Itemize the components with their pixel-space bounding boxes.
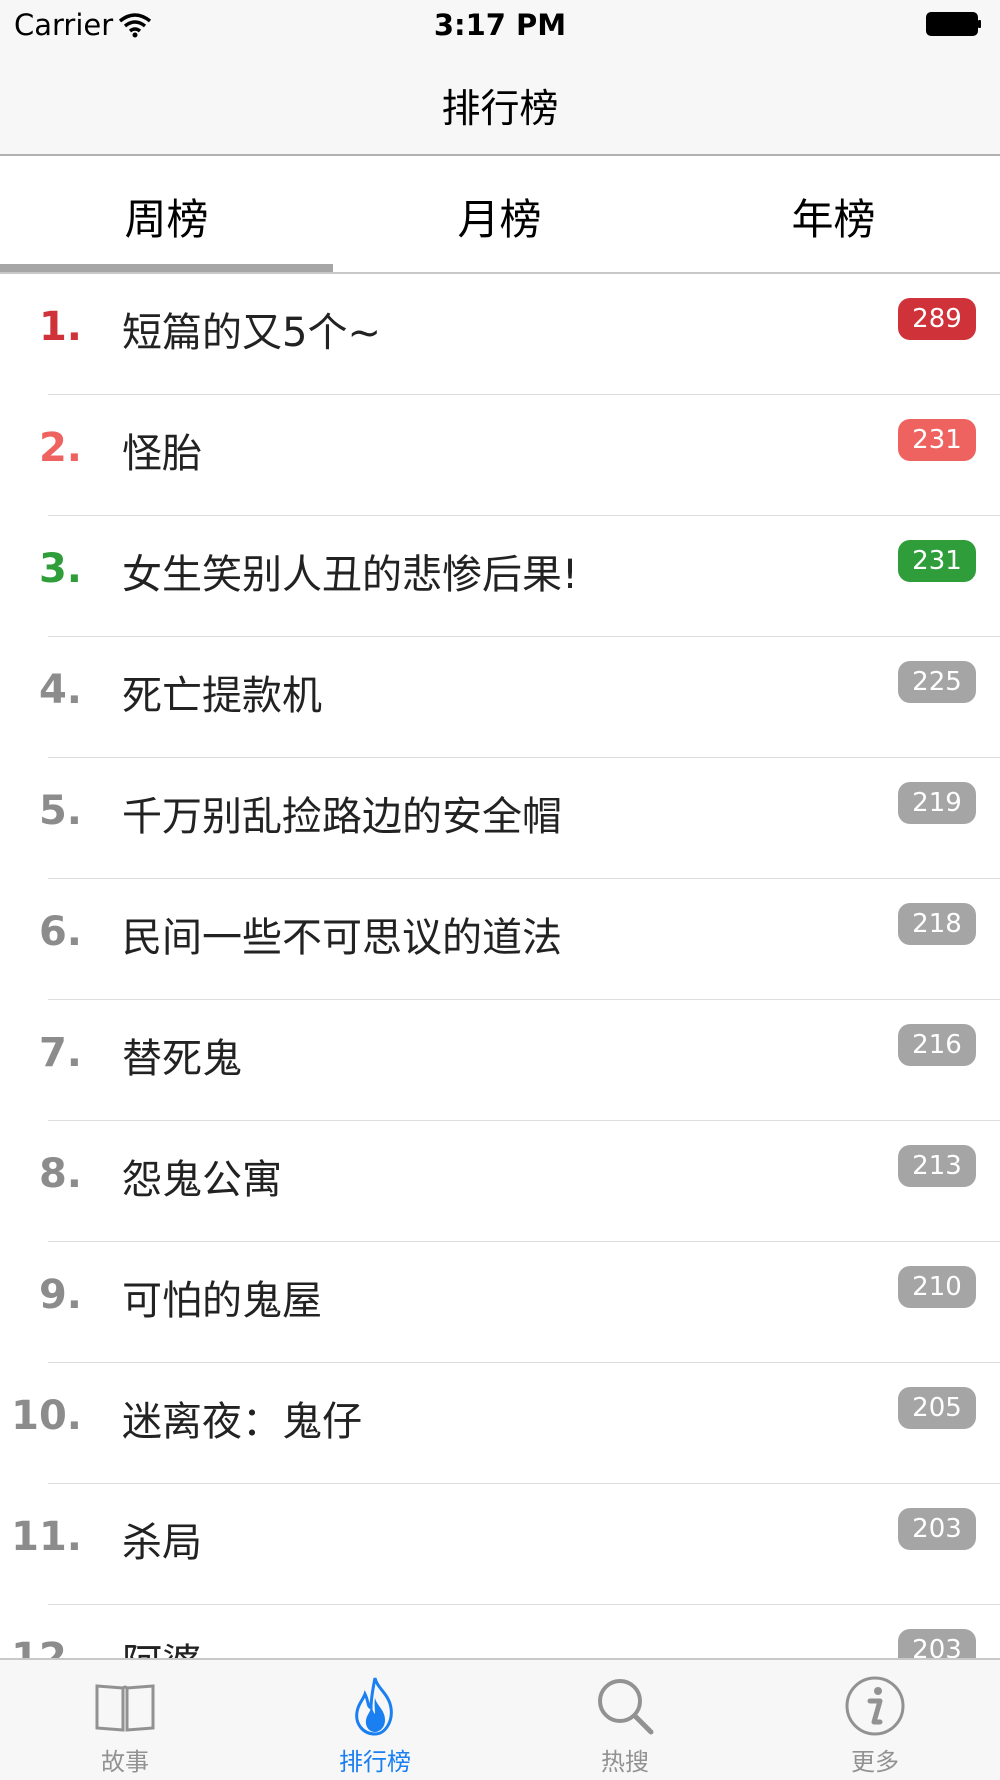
count-badge: 231 — [898, 419, 976, 461]
tab-yearly[interactable]: 年榜 — [667, 186, 1000, 247]
search-icon — [598, 1679, 654, 1735]
tab-monthly[interactable]: 月榜 — [333, 186, 666, 247]
list-item[interactable]: 5. 千万别乱捡路边的安全帽 219 — [0, 758, 1000, 879]
list-item[interactable]: 2. 怪胎 231 — [0, 395, 1000, 516]
rank-number: 6. — [38, 909, 82, 955]
rank-number: 5. — [38, 788, 82, 834]
ranking-list: 1. 短篇的又5个~ 289 2. 怪胎 231 3. 女生笑别人丑的悲惨后果!… — [0, 274, 1000, 1658]
list-item[interactable]: 8. 怨鬼公寓 213 — [0, 1121, 1000, 1242]
tabbar-label: 热搜 — [601, 1748, 649, 1776]
count-badge: 219 — [898, 782, 976, 824]
story-title: 怨鬼公寓 — [122, 1157, 282, 1203]
rank-number: 2. — [38, 425, 82, 471]
list-item[interactable]: 12. 阿婆 203 — [0, 1605, 1000, 1658]
rank-number: 4. — [38, 667, 82, 713]
list-item[interactable]: 1. 短篇的又5个~ 289 — [0, 274, 1000, 395]
list-item[interactable]: 10. 迷离夜：鬼仔 205 — [0, 1363, 1000, 1484]
rank-number: 11. — [11, 1514, 82, 1560]
tabbar-item-trending[interactable]: 热搜 — [500, 1660, 750, 1780]
list-item[interactable]: 4. 死亡提款机 225 — [0, 637, 1000, 758]
story-title: 短篇的又5个~ — [122, 310, 381, 356]
book-icon — [95, 1684, 155, 1732]
count-badge: 289 — [898, 298, 976, 340]
tabbar-item-ranking[interactable]: 排行榜 — [250, 1660, 500, 1780]
count-badge: 231 — [898, 540, 976, 582]
list-item[interactable]: 6. 民间一些不可思议的道法 218 — [0, 879, 1000, 1000]
count-badge: 216 — [898, 1024, 976, 1066]
count-badge: 218 — [898, 903, 976, 945]
count-badge: 210 — [898, 1266, 976, 1308]
story-title: 可怕的鬼屋 — [122, 1278, 322, 1324]
count-badge: 213 — [898, 1145, 976, 1187]
count-badge: 205 — [898, 1387, 976, 1429]
count-badge: 225 — [898, 661, 976, 703]
story-title: 怪胎 — [122, 431, 202, 477]
rank-number: 9. — [38, 1272, 82, 1318]
tabbar-label: 排行榜 — [339, 1748, 411, 1776]
tabbar-item-more[interactable]: 更多 — [750, 1660, 1000, 1780]
story-title: 女生笑别人丑的悲惨后果! — [122, 552, 579, 598]
tabbar-item-stories[interactable]: 故事 — [0, 1660, 250, 1780]
list-item[interactable]: 3. 女生笑别人丑的悲惨后果! 231 — [0, 516, 1000, 637]
list-item[interactable]: 9. 可怕的鬼屋 210 — [0, 1242, 1000, 1363]
status-bar: Carrier 3:17 PM — [0, 0, 1000, 50]
page-title: 排行榜 — [441, 87, 559, 132]
rank-number: 8. — [38, 1151, 82, 1197]
ranking-period-tabs: 周榜 月榜 年榜 — [0, 156, 1000, 274]
list-item[interactable]: 11. 杀局 203 — [0, 1484, 1000, 1605]
story-title: 迷离夜：鬼仔 — [122, 1399, 362, 1445]
count-badge: 203 — [898, 1508, 976, 1550]
tabbar-label: 故事 — [101, 1748, 149, 1776]
navigation-bar: 排行榜 — [0, 50, 1000, 156]
story-title: 杀局 — [122, 1520, 202, 1566]
battery-icon — [926, 12, 981, 36]
clock: 3:17 PM — [433, 8, 567, 42]
rank-number: 7. — [38, 1030, 82, 1076]
rank-number: 3. — [38, 546, 82, 592]
tab-weekly[interactable]: 周榜 — [0, 186, 333, 247]
list-item[interactable]: 7. 替死鬼 216 — [0, 1000, 1000, 1121]
rank-number: 1. — [38, 304, 82, 350]
story-title: 民间一些不可思议的道法 — [122, 915, 562, 961]
info-icon — [845, 1676, 905, 1736]
count-badge: 203 — [898, 1629, 976, 1658]
tab-bar: 故事 排行榜 热搜 更多 — [0, 1658, 1000, 1780]
rank-number: 12. — [11, 1635, 82, 1658]
story-title: 替死鬼 — [122, 1036, 242, 1082]
active-tab-indicator — [0, 264, 333, 272]
tabbar-label: 更多 — [851, 1748, 899, 1776]
story-title: 死亡提款机 — [122, 673, 322, 719]
story-title: 千万别乱捡路边的安全帽 — [122, 794, 562, 840]
rank-number: 10. — [11, 1393, 82, 1439]
story-title: 阿婆 — [122, 1631, 202, 1658]
flame-icon — [355, 1677, 393, 1736]
